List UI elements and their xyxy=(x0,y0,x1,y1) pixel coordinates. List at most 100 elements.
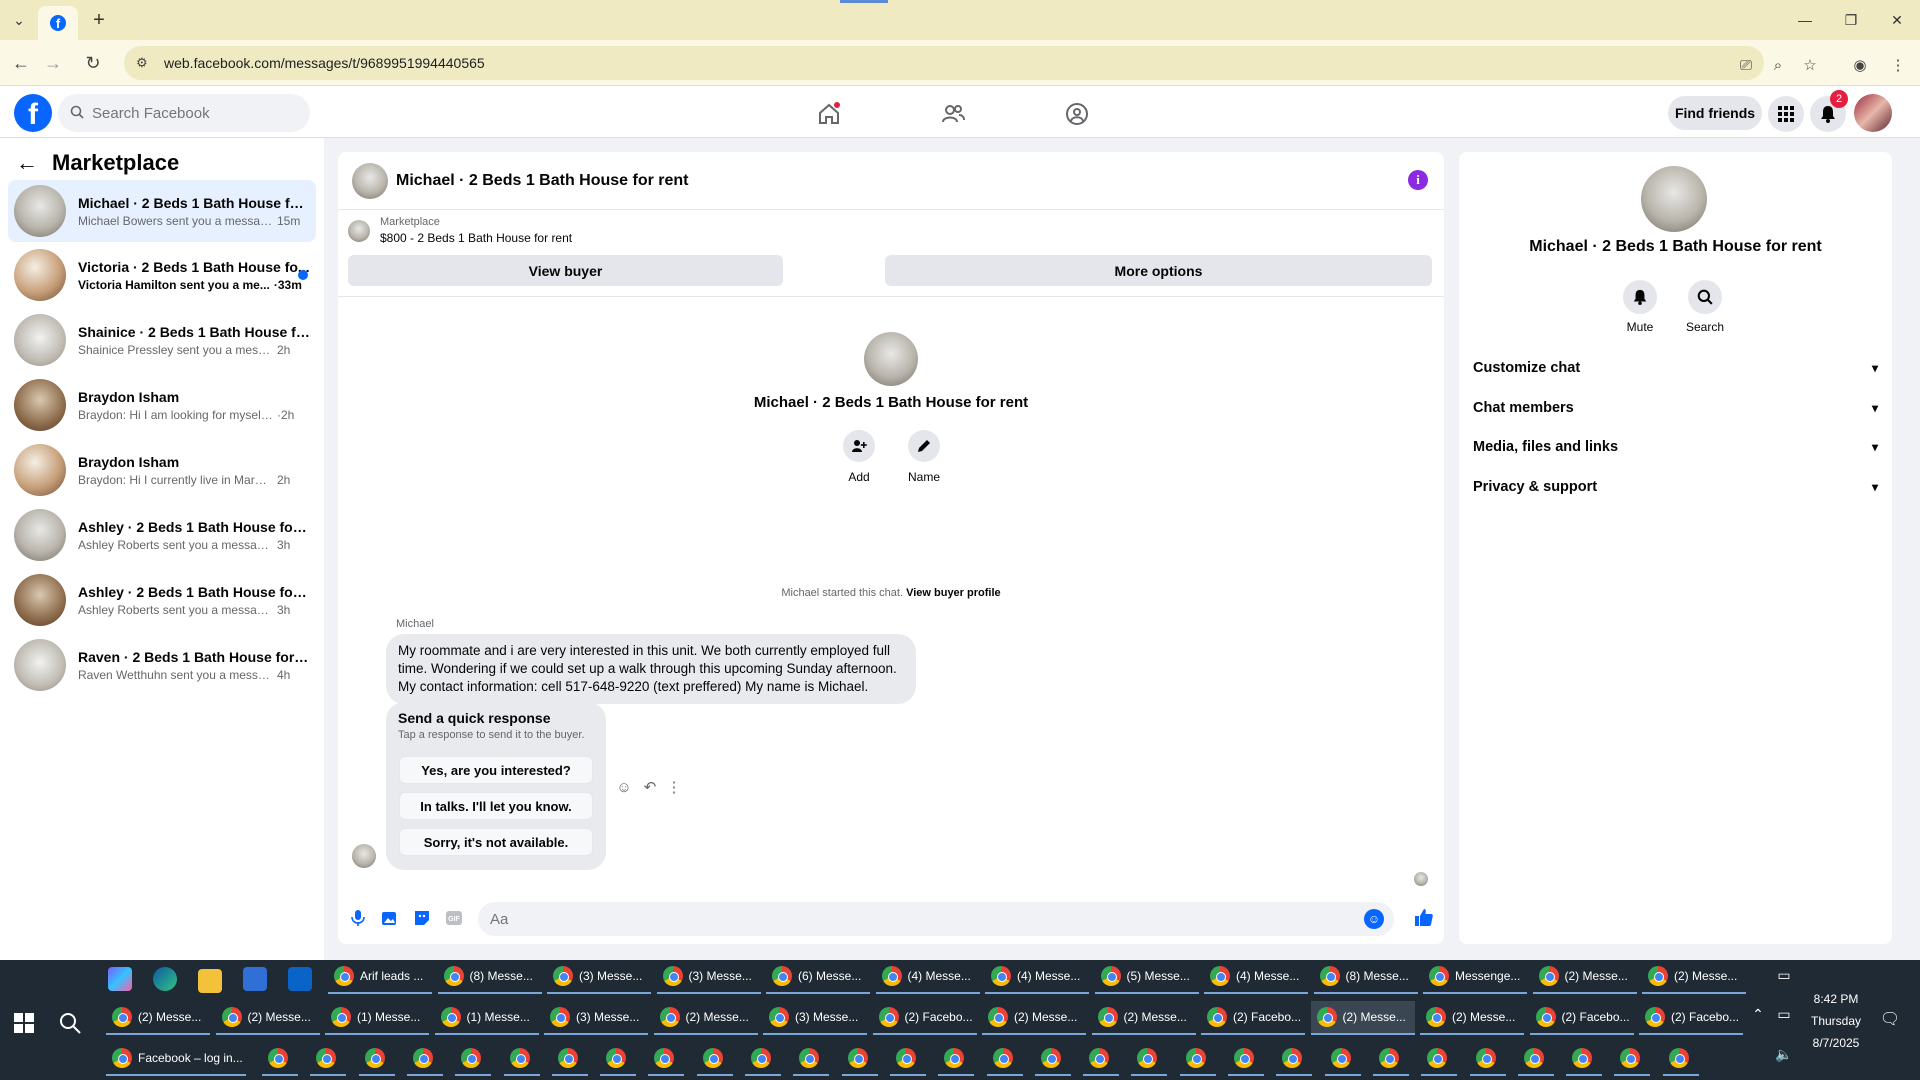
name-chat-button[interactable]: Name xyxy=(894,430,954,484)
friends-nav-button[interactable] xyxy=(898,92,1008,136)
taskbar-window-button[interactable]: (3) Messe... xyxy=(547,960,651,994)
taskbar-window-button[interactable] xyxy=(262,1042,298,1076)
store-icon[interactable] xyxy=(243,967,267,991)
tray-overflow-chevron-icon[interactable]: ⌃ xyxy=(1746,1006,1770,1030)
conversation-item[interactable]: Ashley · 2 Beds 1 Bath House for re... A… xyxy=(8,569,316,631)
listing-summary[interactable]: Marketplace $800 - 2 Beds 1 Bath House f… xyxy=(348,216,572,245)
taskbar-window-button[interactable] xyxy=(1034,1042,1071,1076)
taskbar-window-button[interactable]: (4) Messe... xyxy=(985,960,1089,994)
react-emoji-icon[interactable]: ☺ xyxy=(614,777,634,797)
search-icon[interactable] xyxy=(58,1011,82,1035)
taskbar-window-button[interactable] xyxy=(1228,1042,1264,1076)
photo-icon[interactable] xyxy=(380,908,400,928)
taskbar-window-button[interactable]: Messenge... xyxy=(1423,960,1527,994)
taskbar-window-button[interactable] xyxy=(600,1042,637,1076)
back-arrow-icon[interactable]: ← xyxy=(8,50,34,76)
taskbar-window-button[interactable]: (2) Facebo... xyxy=(872,1001,977,1035)
taskbar-window-button[interactable] xyxy=(1324,1042,1361,1076)
taskbar-window-button[interactable]: (3) Messe... xyxy=(656,960,761,994)
facebook-logo-icon[interactable]: f xyxy=(14,94,52,132)
taskbar-window-button[interactable]: (8) Messe... xyxy=(1313,960,1418,994)
back-arrow-icon[interactable]: ← xyxy=(16,150,38,176)
site-info-icon[interactable]: ⚙ xyxy=(136,55,152,71)
taskbar-window-button[interactable]: (2) Messe... xyxy=(215,1001,320,1035)
view-buyer-profile-link[interactable]: View buyer profile xyxy=(906,587,1001,599)
minimize-icon[interactable]: — xyxy=(1782,6,1828,34)
restore-icon[interactable]: ❐ xyxy=(1828,6,1874,34)
menu-grid-button[interactable] xyxy=(1768,96,1804,132)
chat-title[interactable]: Michael · 2 Beds 1 Bath House for rent xyxy=(396,172,689,190)
taskbar-window-button[interactable] xyxy=(1276,1042,1313,1076)
taskbar-window-button[interactable] xyxy=(1372,1042,1409,1076)
taskbar-window-button[interactable] xyxy=(1614,1042,1651,1076)
url-text[interactable]: web.facebook.com/messages/t/968995199444… xyxy=(164,55,485,71)
taskbar-window-button[interactable] xyxy=(406,1042,443,1076)
conversation-item[interactable]: Raven · 2 Beds 1 Bath House for rent Rav… xyxy=(8,634,316,696)
taskbar-window-button[interactable] xyxy=(310,1042,347,1076)
reply-icon[interactable]: ↶ xyxy=(640,777,660,797)
taskbar-window-button[interactable] xyxy=(1517,1042,1554,1076)
taskbar-window-button[interactable] xyxy=(1662,1042,1699,1076)
thumbs-up-icon[interactable] xyxy=(1414,908,1434,928)
taskbar-window-button[interactable] xyxy=(551,1042,588,1076)
gif-icon[interactable]: GIF xyxy=(444,908,464,928)
mute-button[interactable]: Mute xyxy=(1610,280,1670,334)
conversation-item[interactable]: Ashley · 2 Beds 1 Bath House for re... A… xyxy=(8,504,316,566)
taskbar-window-button[interactable]: (3) Messe... xyxy=(544,1001,648,1035)
privacy-support-row[interactable]: Privacy & support ▾ xyxy=(1473,469,1878,505)
taskbar-window-button[interactable]: (2) Messe... xyxy=(982,1001,1086,1035)
quick-reply-button[interactable]: Sorry, it's not available. xyxy=(399,828,593,856)
conversation-item[interactable]: Shainice · 2 Beds 1 Bath House for ... S… xyxy=(8,309,316,371)
incoming-message[interactable]: My roommate and i are very interested in… xyxy=(386,634,916,704)
message-input-box[interactable]: ☺ xyxy=(478,902,1394,936)
sticker-icon[interactable] xyxy=(412,908,432,928)
search-input[interactable] xyxy=(92,104,292,122)
conversation-info-icon[interactable]: i xyxy=(1408,170,1428,190)
emoji-icon[interactable]: ☺ xyxy=(1364,909,1384,929)
taskbar-window-button[interactable] xyxy=(745,1042,781,1076)
taskbar-window-button[interactable]: (2) Messe... xyxy=(106,1001,210,1035)
browser-tab-facebook[interactable]: f xyxy=(38,6,78,40)
forward-arrow-icon[interactable]: → xyxy=(40,50,66,76)
zoom-icon[interactable]: ⌕ xyxy=(1768,55,1788,75)
new-tab-plus-icon[interactable]: + xyxy=(86,7,112,33)
taskbar-window-button[interactable]: (2) Facebo... xyxy=(1639,1001,1743,1035)
quick-reply-button[interactable]: In talks. I'll let you know. xyxy=(399,792,593,820)
taskbar-window-button[interactable] xyxy=(889,1042,926,1076)
taskbar-window-button[interactable] xyxy=(793,1042,830,1076)
edge-icon[interactable] xyxy=(153,967,177,991)
taskbar-window-button[interactable]: (4) Messe... xyxy=(1204,960,1308,994)
quick-reply-button[interactable]: Yes, are you interested? xyxy=(399,756,593,784)
clock[interactable]: 8:42 PM Thursday 8/7/2025 xyxy=(1796,988,1876,1054)
taskbar-window-button[interactable] xyxy=(503,1042,540,1076)
taskbar-window-button[interactable]: (2) Messe... xyxy=(1420,1001,1524,1035)
taskbar-window-button[interactable]: (8) Messe... xyxy=(437,960,542,994)
screen-icon[interactable]: ▭ xyxy=(1772,967,1796,991)
add-people-button[interactable]: Add xyxy=(829,430,889,484)
search-in-conversation-button[interactable]: Search xyxy=(1675,280,1735,334)
taskbar-window-button[interactable]: (4) Messe... xyxy=(875,960,980,994)
profile-icon[interactable]: ◉ xyxy=(1850,55,1870,75)
taskbar-window-button[interactable] xyxy=(1421,1042,1458,1076)
customize-chat-row[interactable]: Customize chat ▾ xyxy=(1473,350,1878,386)
taskbar-window-button[interactable] xyxy=(1083,1042,1120,1076)
conversation-item[interactable]: Braydon Isham Braydon: Hi I currently li… xyxy=(8,439,316,501)
taskbar-window-button[interactable]: (2) Facebo... xyxy=(1201,1001,1305,1035)
more-options-button[interactable]: More options xyxy=(885,255,1432,286)
outlook-icon[interactable] xyxy=(288,967,312,991)
taskbar-window-button[interactable] xyxy=(1566,1042,1603,1076)
view-buyer-button[interactable]: View buyer xyxy=(348,255,783,286)
tab-search-chevron-icon[interactable]: ⌄ xyxy=(6,7,32,33)
taskbar-window-button[interactable]: (2) Messe... xyxy=(1642,960,1746,994)
browser-menu-icon[interactable]: ⋮ xyxy=(1888,55,1908,75)
taskbar-window-button[interactable] xyxy=(648,1042,685,1076)
reload-icon[interactable]: ↻ xyxy=(80,50,106,76)
taskbar-window-button[interactable]: (6) Messe... xyxy=(766,960,870,994)
taskbar-window-button[interactable]: (2) Messe... xyxy=(1091,1001,1196,1035)
taskbar-window-button[interactable] xyxy=(1179,1042,1216,1076)
display-icon[interactable]: ▭ xyxy=(1772,1006,1796,1030)
account-avatar[interactable] xyxy=(1854,94,1892,132)
media-files-links-row[interactable]: Media, files and links ▾ xyxy=(1473,429,1878,465)
facebook-search[interactable] xyxy=(58,94,310,132)
file-explorer-icon[interactable] xyxy=(198,969,222,993)
